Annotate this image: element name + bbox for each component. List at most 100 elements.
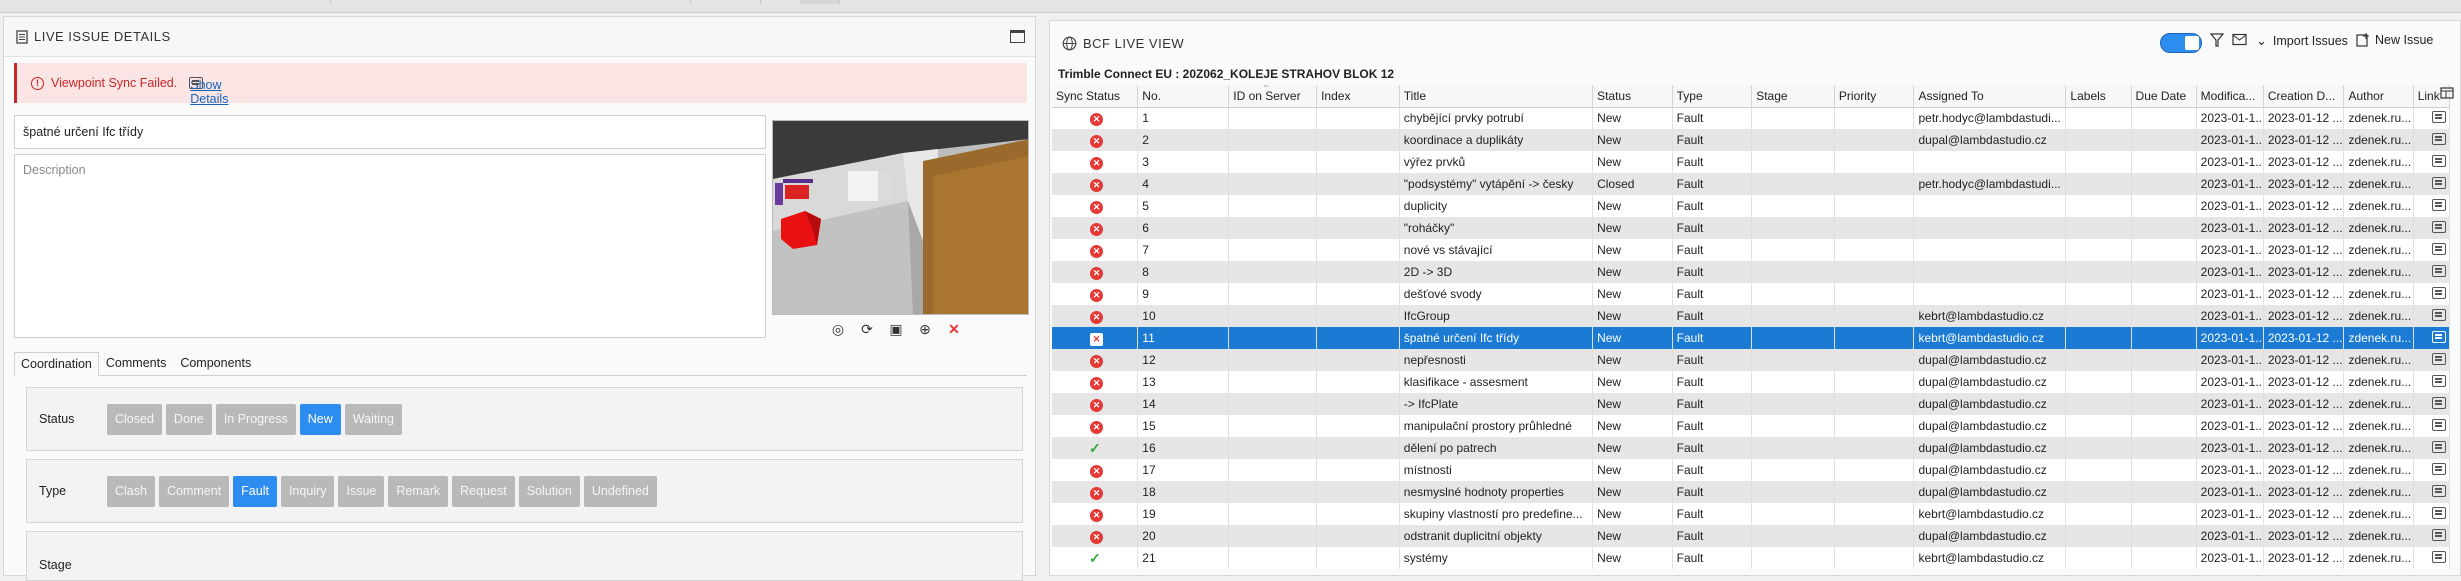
cell-no: 21 xyxy=(1137,547,1230,569)
type-chip-request[interactable]: Request xyxy=(452,475,515,507)
cell-title: chybějící prvky potrubí xyxy=(1399,107,1594,129)
filter-icon[interactable] xyxy=(2210,33,2224,47)
empty-cell xyxy=(1834,547,1915,569)
type-chip-undefined[interactable]: Undefined xyxy=(583,475,657,507)
status-chip-waiting[interactable]: Waiting xyxy=(344,403,402,435)
link-cell xyxy=(2413,525,2451,547)
show-details-link[interactable]: Show Details xyxy=(189,77,228,106)
link-icon[interactable] xyxy=(2431,176,2446,189)
type-chip-solution[interactable]: Solution xyxy=(518,475,580,507)
status-chip-new[interactable]: New xyxy=(299,403,341,435)
issue-title-field[interactable]: špatné určení Ifc třídy xyxy=(14,115,766,149)
link-icon[interactable] xyxy=(2431,154,2446,167)
cell-no: 19 xyxy=(1137,503,1230,525)
link-icon[interactable] xyxy=(2431,242,2446,255)
table-row[interactable]: ✕ 4 "podsystémy" vytápění -> česky Closed Fa… xyxy=(1052,173,2451,195)
type-chip-issue[interactable]: Issue xyxy=(338,475,385,507)
link-icon[interactable] xyxy=(2431,484,2446,497)
table-row[interactable]: ✕ 7 nové vs stávající New Fault 2023-01-1... 2… xyxy=(1052,239,2451,261)
link-icon[interactable] xyxy=(2431,550,2446,563)
import-issues-button[interactable]: ⌄ Import Issues xyxy=(2256,33,2348,49)
cell-mod: 2023-01-1... xyxy=(2196,525,2264,547)
column-header-status[interactable]: Status xyxy=(1592,85,1673,108)
column-header-author[interactable]: Author xyxy=(2343,85,2414,108)
empty-cell xyxy=(2065,173,2132,195)
link-icon[interactable] xyxy=(2431,396,2446,409)
column-header-due-date[interactable]: Due Date xyxy=(2131,85,2197,108)
link-icon[interactable] xyxy=(2431,286,2446,299)
column-chooser-icon[interactable] xyxy=(2440,86,2456,104)
link-icon[interactable] xyxy=(2431,528,2446,541)
table-row[interactable]: ✕ 3 výřez prvků New Fault 2023-01-1... 2023-01… xyxy=(1052,151,2451,173)
empty-cell xyxy=(2065,129,2132,151)
table-row[interactable]: ✕ 10 IfcGroup New Fault kebrt@lambdastudio.cz… xyxy=(1052,305,2451,327)
link-icon[interactable] xyxy=(2431,132,2446,145)
status-chip-in-progress[interactable]: In Progress xyxy=(215,403,296,435)
column-header-stage[interactable]: Stage xyxy=(1751,85,1835,108)
link-icon[interactable] xyxy=(2431,308,2446,321)
table-row[interactable]: ✕ 15 manipulační prostory průhledné New Faul… xyxy=(1052,415,2451,437)
table-row[interactable]: ✕ 2 koordinace a duplikáty New Fault dupal@la… xyxy=(1052,129,2451,151)
maximize-icon[interactable] xyxy=(1010,30,1025,43)
viewpoint-snapshot[interactable] xyxy=(772,120,1029,315)
refresh-icon[interactable]: ⟳ xyxy=(859,321,875,337)
table-row[interactable]: ✕ 11 špatné určení Ifc třídy New Fault kebrt@… xyxy=(1052,327,2451,349)
table-row[interactable]: ✕ 9 dešťové svody New Fault 2023-01-1... 2023-… xyxy=(1052,283,2451,305)
table-row[interactable]: ✕ 8 2D -> 3D New Fault 2023-01-1... 2023-01-12… xyxy=(1052,261,2451,283)
empty-cell xyxy=(1228,305,1318,327)
table-row[interactable]: ✕ 18 nesmyslné hodnoty properties New Fault d… xyxy=(1052,481,2451,503)
column-header-labels[interactable]: Labels xyxy=(2065,85,2132,108)
table-row[interactable]: ✕ 6 "roháčky" New Fault 2023-01-1... 2023-01-1… xyxy=(1052,217,2451,239)
column-header-sync-status[interactable]: Sync Status xyxy=(1052,85,1139,108)
link-icon[interactable] xyxy=(2431,506,2446,519)
link-cell xyxy=(2413,349,2451,371)
description-field[interactable]: Description xyxy=(14,154,766,338)
table-row[interactable]: ✕ 17 místnosti New Fault dupal@lambdastudio.c… xyxy=(1052,459,2451,481)
table-row[interactable]: ✕ 5 duplicity New Fault 2023-01-1... 2023-01-1… xyxy=(1052,195,2451,217)
tab-components[interactable]: Components xyxy=(173,351,258,375)
link-icon[interactable] xyxy=(2431,352,2446,365)
link-icon[interactable] xyxy=(2431,418,2446,431)
type-chip-fault[interactable]: Fault xyxy=(233,475,277,507)
column-header-index[interactable]: Index xyxy=(1316,85,1400,108)
column-header-priority[interactable]: Priority xyxy=(1834,85,1915,108)
tab-comments[interactable]: Comments xyxy=(99,351,173,375)
column-header-type[interactable]: Type xyxy=(1672,85,1753,108)
focus-icon[interactable]: ◎ xyxy=(830,321,846,337)
link-icon[interactable] xyxy=(2431,462,2446,475)
table-row[interactable]: ✕ 13 klasifikace - assesment New Fault dupal@… xyxy=(1052,371,2451,393)
table-row[interactable]: ✕ 12 nepřesnosti New Fault dupal@lambdastudio… xyxy=(1052,349,2451,371)
link-icon[interactable] xyxy=(2431,198,2446,211)
table-row[interactable]: ✕ 1 chybějící prvky potrubí New Fault petr.ho… xyxy=(1052,107,2451,129)
type-chip-comment[interactable]: Comment xyxy=(158,475,230,507)
link-icon[interactable] xyxy=(2431,264,2446,277)
table-row[interactable]: ✓ 16 dělení po patrech New Fault dupal@lambda… xyxy=(1052,437,2451,459)
type-chip-clash[interactable]: Clash xyxy=(107,475,155,507)
column-header-modifica[interactable]: Modifica... xyxy=(2196,85,2264,108)
column-header-title[interactable]: Title xyxy=(1399,85,1594,108)
tab-coordination[interactable]: Coordination xyxy=(14,352,99,376)
live-sync-toggle[interactable] xyxy=(2160,33,2202,53)
link-icon[interactable] xyxy=(2431,440,2446,453)
column-header-creation-d[interactable]: Creation D... xyxy=(2263,85,2345,108)
link-icon[interactable] xyxy=(2431,374,2446,387)
status-chip-closed[interactable]: Closed xyxy=(107,403,162,435)
link-icon[interactable] xyxy=(2431,330,2446,343)
column-header-no[interactable]: No. xyxy=(1137,85,1230,108)
type-chip-remark[interactable]: Remark xyxy=(388,475,449,507)
delete-icon[interactable]: ✕ xyxy=(946,321,962,337)
column-header-id-on-server[interactable]: ID on Server xyxy=(1228,85,1318,108)
new-issue-button[interactable]: New Issue xyxy=(2356,33,2433,47)
table-row[interactable]: ✕ 14 -> IfcPlate New Fault dupal@lambdastudio… xyxy=(1052,393,2451,415)
table-row[interactable]: ✓ 21 systémy New Fault kebrt@lambdastudio.cz 2… xyxy=(1052,547,2451,569)
zoom-in-icon[interactable]: ⊕ xyxy=(917,321,933,337)
column-header-assigned-to[interactable]: Assigned To xyxy=(1913,85,2067,108)
link-icon[interactable] xyxy=(2431,220,2446,233)
type-chip-inquiry[interactable]: Inquiry xyxy=(280,475,335,507)
link-icon[interactable] xyxy=(2431,110,2446,123)
image-icon[interactable]: ▣ xyxy=(888,321,904,337)
mail-icon[interactable] xyxy=(2232,33,2247,46)
status-chip-done[interactable]: Done xyxy=(165,403,212,435)
table-row[interactable]: ✕ 20 odstranit duplicitní objekty New Fault d… xyxy=(1052,525,2451,547)
table-row[interactable]: ✕ 19 skupiny vlastností pro predefine... Ne… xyxy=(1052,503,2451,525)
